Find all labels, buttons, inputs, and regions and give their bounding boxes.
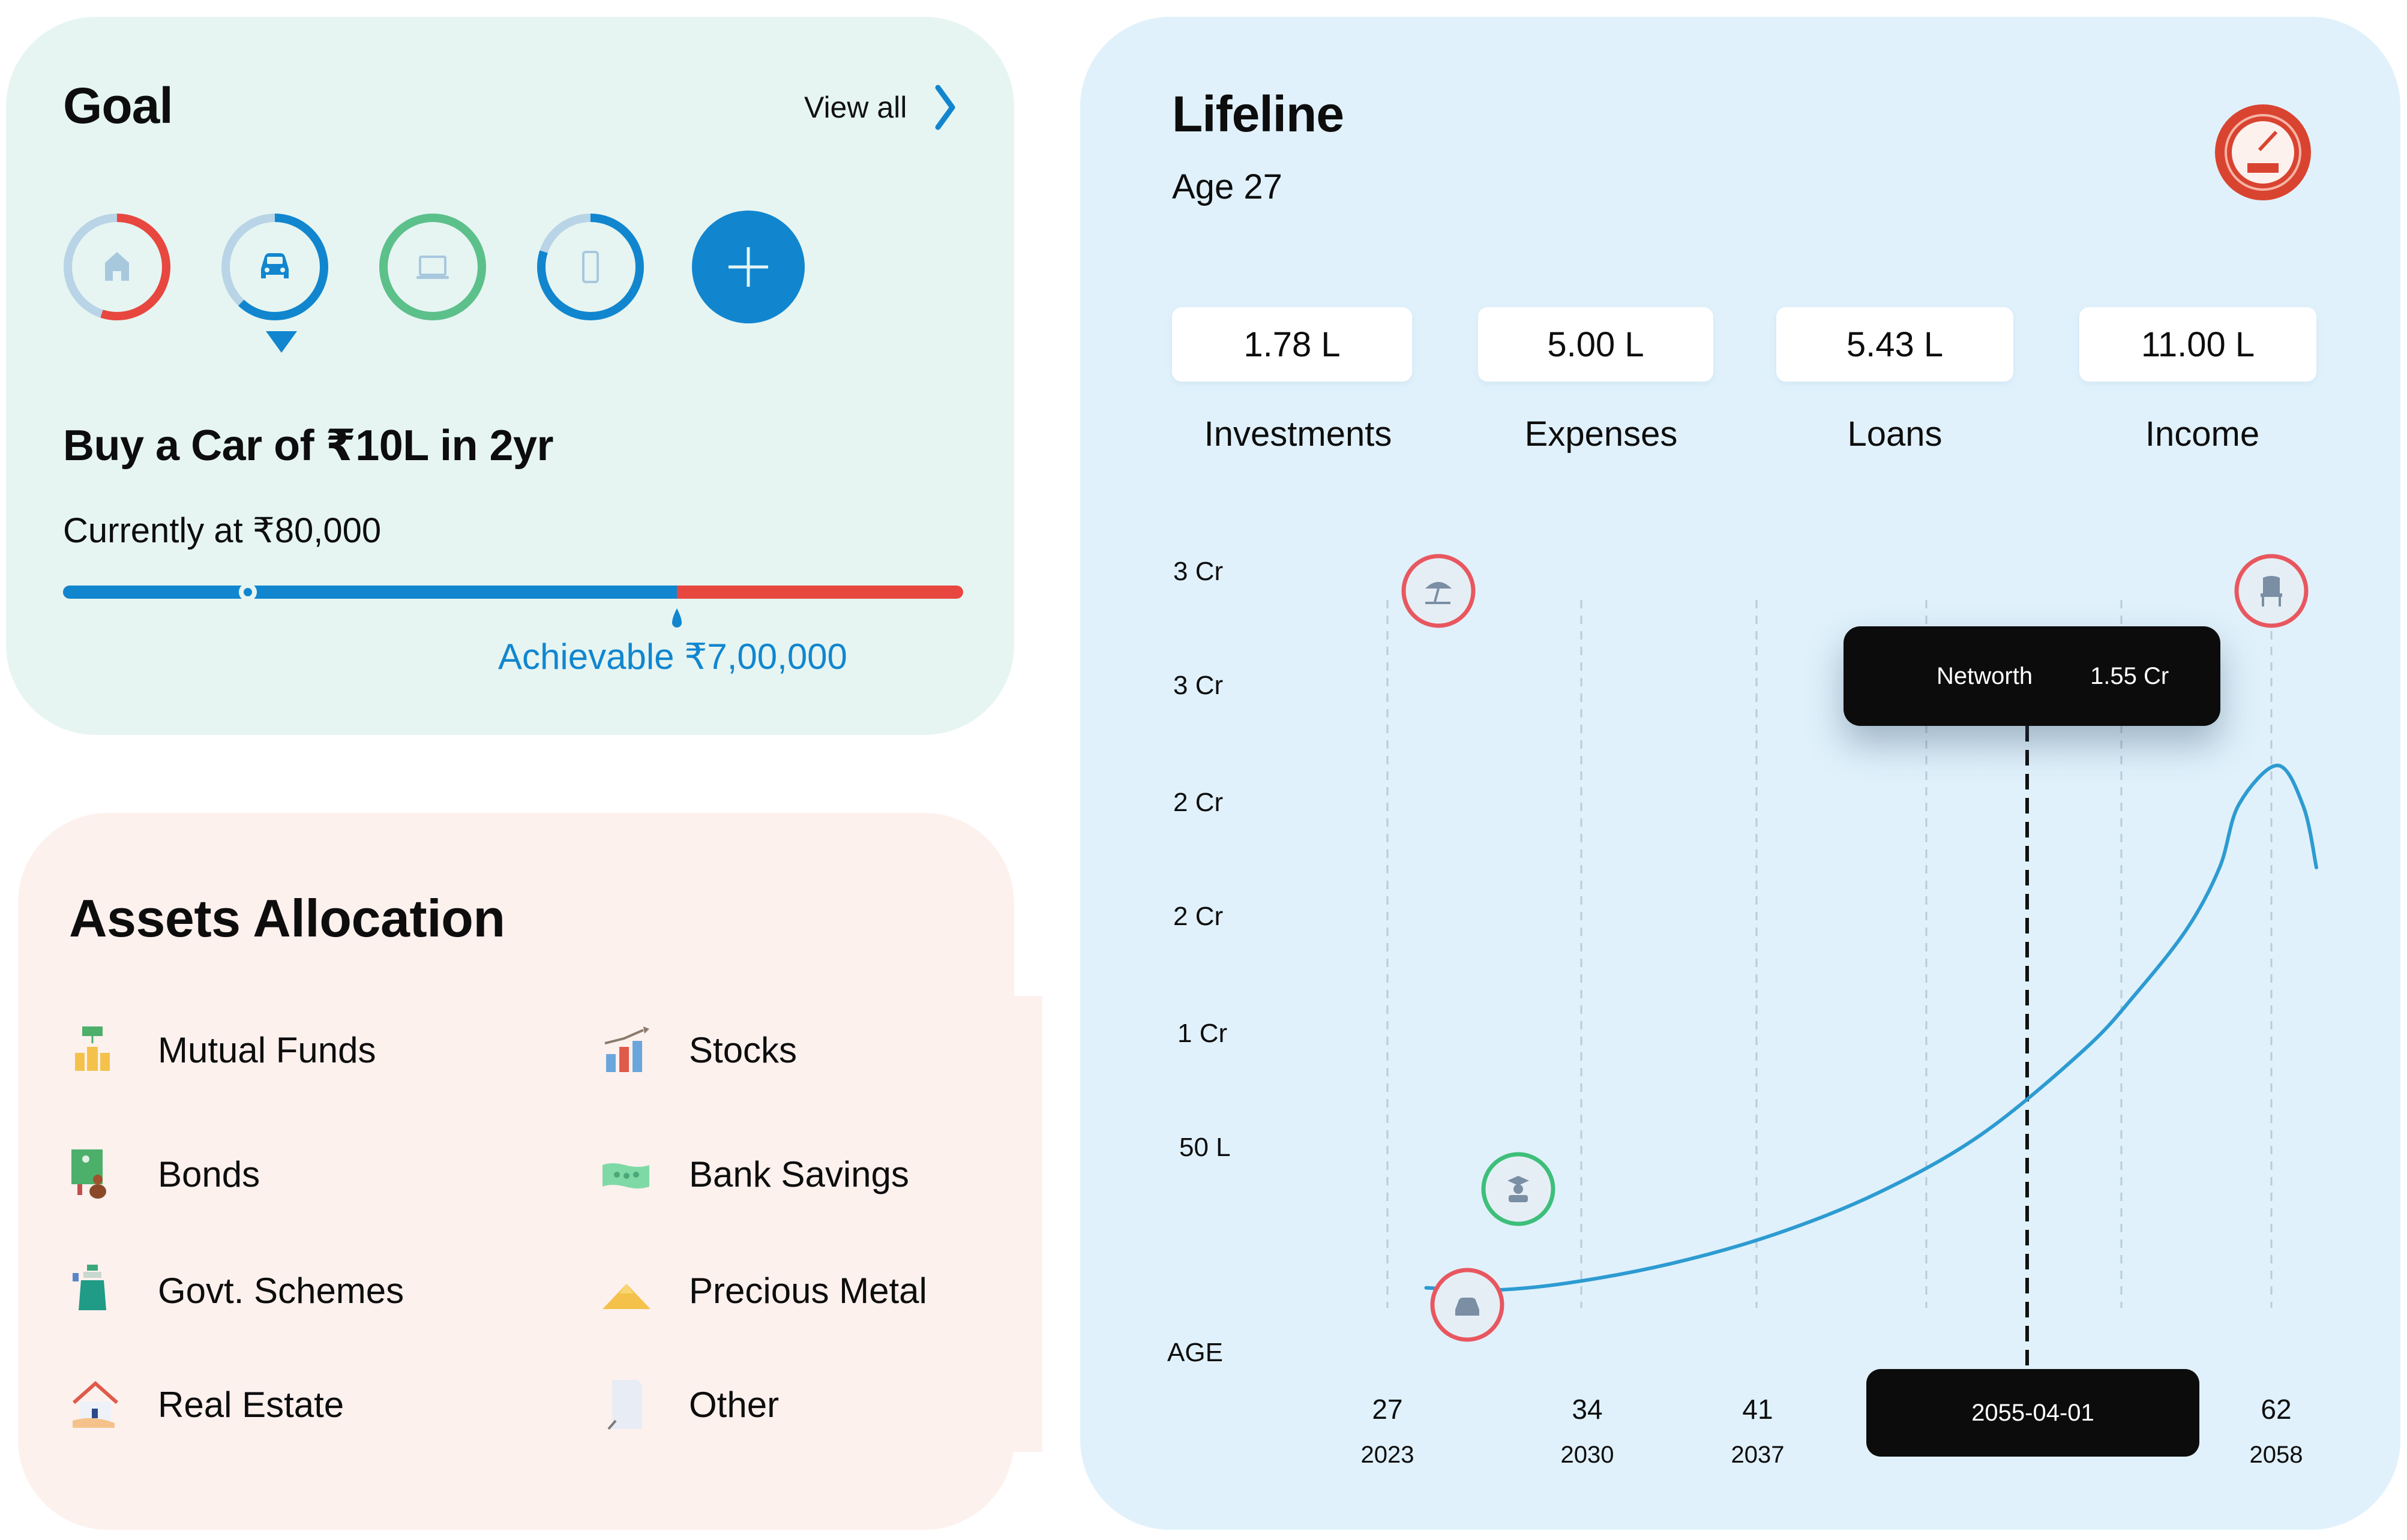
asset-label: Real Estate [158,1384,344,1425]
chevron-right-icon [935,85,955,130]
mutual-funds-icon [75,1026,110,1071]
asset-item-other[interactable]: Other [600,1377,779,1431]
asset-label: Other [689,1384,780,1425]
bank-savings-icon [603,1163,649,1188]
stat-income-value: 11.00 L [2079,307,2316,382]
y-tick-label: 2 Cr [1173,902,1224,931]
stat-expenses-label: Expenses [1524,415,1678,454]
lifeline-title: Lifeline [1172,86,1344,142]
asset-label: Precious Metal [689,1270,927,1311]
goal-name: Buy a Car of ₹10L in 2yr [63,422,554,470]
goal-ring-laptop[interactable] [376,210,490,324]
tooltip-label: Networth [1937,662,2033,689]
stat-investments-label: Investments [1204,415,1392,454]
car-icon [1455,1298,1479,1316]
x-tick-age: 27 [1372,1394,1403,1425]
event-marker-education[interactable] [1481,1152,1555,1226]
asset-item-stocks[interactable]: Stocks [600,1023,797,1077]
real-estate-icon [73,1380,118,1428]
govt-schemes-icon [73,1265,106,1310]
other-document-icon [607,1380,642,1430]
goal-progress-ring [537,214,644,320]
view-all-label: View all [804,91,907,124]
asset-label: Mutual Funds [158,1029,376,1070]
x-tick-age: 62 [2261,1394,2292,1425]
asset-label: Govt. Schemes [158,1270,404,1311]
lifeline-card [1080,17,2400,1530]
goal-progress-fill [63,586,677,599]
asset-item-precious-metal[interactable]: Precious Metal [600,1263,927,1317]
assets-allocation-title: Assets Allocation [69,888,505,948]
stat-expenses-value: 5.00 L [1478,307,1713,382]
phone-icon [582,251,599,283]
x-tick-year: 2037 [1731,1442,1785,1468]
event-marker-car[interactable] [1430,1268,1504,1342]
goal-achievable-amount: Achievable ₹7,00,000 [498,637,847,677]
goal-progress-ring [64,214,170,320]
stat-income-label: Income [2145,415,2260,454]
y-tick-label: 50 L [1179,1133,1231,1162]
goal-ring-car[interactable] [218,210,332,353]
goal-ring-list [60,210,805,353]
achievable-marker-icon [672,608,682,628]
asset-item-real-estate[interactable]: Real Estate [69,1377,344,1431]
networth-tooltip: Networth 1.55 Cr [1844,626,2220,726]
home-icon [105,252,129,281]
current-age: Age 27 [1172,167,1282,206]
asset-item-govt-schemes[interactable]: Govt. Schemes [69,1263,404,1317]
goal-title: Goal [63,77,173,134]
goal-ring-phone[interactable] [533,210,648,324]
speedometer-icon[interactable] [2211,101,2315,204]
goal-progress-ring [379,214,486,320]
bonds-icon [71,1149,106,1199]
precious-metal-icon [603,1284,651,1309]
tooltip-value: 1.55 Cr [2090,662,2169,689]
y-tick-label: 2 Cr [1173,788,1224,817]
x-tick-year: 2030 [1560,1442,1614,1468]
y-tick-label: 1 Cr [1177,1019,1228,1048]
x-axis-title: AGE [1167,1338,1223,1367]
asset-label: Bank Savings [689,1154,909,1194]
goal-progress-ring [221,214,328,320]
stocks-icon [604,1026,649,1072]
stat-investments-value: 1.78 L [1172,307,1412,382]
view-all-link[interactable]: View all [804,84,957,131]
asset-label: Bonds [158,1154,260,1194]
x-tick-year: 2023 [1360,1442,1414,1468]
y-tick-label: 3 Cr [1173,671,1224,700]
laptop-icon [416,256,449,279]
asset-item-mutual-funds[interactable]: Mutual Funds [69,1023,376,1077]
event-marker-retirement[interactable] [2234,554,2309,628]
asset-item-bank-savings[interactable]: Bank Savings [600,1147,909,1201]
date-tooltip[interactable]: 2055-04-01 [1866,1369,2199,1457]
asset-item-bonds[interactable]: Bonds [69,1147,260,1201]
asset-label: Stocks [689,1029,798,1070]
car-icon [261,253,289,278]
stat-loans-label: Loans [1847,415,1943,454]
event-marker-vacation[interactable] [1401,554,1476,628]
goal-current-marker[interactable] [238,583,257,601]
x-tick-age: 34 [1572,1394,1603,1425]
x-tick-year: 2058 [2249,1442,2303,1468]
selected-goal-pointer [266,331,297,353]
stat-loans-value: 5.43 L [1776,307,2013,382]
y-tick-label: 3 Cr [1173,557,1224,586]
goal-ring-home[interactable] [60,210,174,324]
goal-progress-bar [63,586,963,599]
assets-card-edge [993,996,1042,1452]
goal-current-amount: Currently at ₹80,000 [63,511,382,550]
add-goal-button[interactable] [691,210,805,324]
x-tick-age: 41 [1742,1394,1773,1425]
